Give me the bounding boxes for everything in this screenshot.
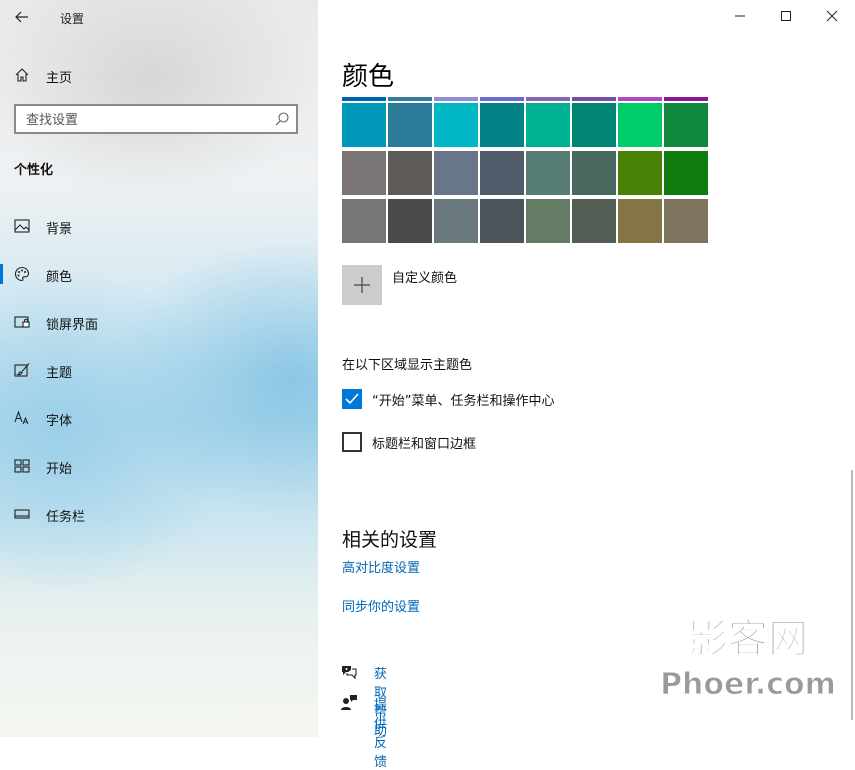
lock-screen-icon xyxy=(14,316,30,328)
page-title: 颜色 xyxy=(342,62,395,92)
search-box[interactable] xyxy=(14,104,298,134)
add-custom-color-button[interactable] xyxy=(342,265,382,305)
picture-icon xyxy=(14,219,30,233)
app-title: 设置 xyxy=(60,12,85,26)
color-swatch[interactable] xyxy=(388,103,432,147)
watermark-logo: 影客网 Phoer.com xyxy=(660,616,837,703)
sidebar-item-home[interactable]: 主页 xyxy=(0,60,318,90)
color-swatch-strip[interactable] xyxy=(388,97,432,101)
close-icon xyxy=(826,10,838,22)
color-swatch[interactable] xyxy=(388,199,432,243)
color-swatch[interactable] xyxy=(434,199,478,243)
back-button[interactable] xyxy=(8,4,36,30)
watermark-line2: Phoer.com xyxy=(660,667,836,702)
show-accent-heading: 在以下区域显示主题色 xyxy=(342,358,473,373)
color-swatch-strip[interactable] xyxy=(664,97,708,101)
maximize-button[interactable] xyxy=(763,0,809,32)
sidebar-item-label: 主题 xyxy=(46,366,73,381)
sidebar-item-label: 锁屏界面 xyxy=(46,318,99,333)
related-settings-heading: 相关的设置 xyxy=(342,529,438,551)
color-swatch[interactable] xyxy=(572,103,616,147)
help-chat-icon xyxy=(342,666,357,680)
search-icon[interactable] xyxy=(274,111,290,127)
checkbox-label: “开始”菜单、任务栏和操作中心 xyxy=(372,394,555,409)
color-swatch[interactable] xyxy=(618,103,662,147)
minimize-button[interactable] xyxy=(717,0,763,32)
color-swatch-strip[interactable] xyxy=(526,97,570,101)
color-swatch[interactable] xyxy=(526,103,570,147)
sidebar-item-background[interactable]: 背景 xyxy=(0,208,318,244)
color-swatch-strip[interactable] xyxy=(572,97,616,101)
high-contrast-link[interactable]: 高对比度设置 xyxy=(342,557,420,576)
sidebar-item-fonts[interactable]: 字体 xyxy=(0,400,318,436)
color-swatch[interactable] xyxy=(664,199,708,243)
home-label: 主页 xyxy=(46,71,73,86)
sidebar-item-label: 背景 xyxy=(46,222,73,237)
color-swatch-strip[interactable] xyxy=(480,97,524,101)
palette-icon xyxy=(14,266,30,282)
color-swatch[interactable] xyxy=(618,151,662,195)
sidebar-item-colors[interactable]: 颜色 xyxy=(0,256,318,292)
sidebar-item-taskbar[interactable]: 任务栏 xyxy=(0,496,318,532)
back-arrow-icon xyxy=(15,11,28,23)
color-swatch[interactable] xyxy=(480,151,524,195)
sync-settings-link[interactable]: 同步你的设置 xyxy=(342,596,420,615)
start-tiles-icon xyxy=(14,459,30,473)
checkbox-label: 标题栏和窗口边框 xyxy=(372,437,477,452)
theme-brush-icon xyxy=(14,363,30,377)
color-swatch-strip[interactable] xyxy=(434,97,478,101)
color-swatch[interactable] xyxy=(618,199,662,243)
taskbar-icon xyxy=(14,509,30,519)
custom-color-label: 自定义颜色 xyxy=(392,271,458,286)
color-swatch[interactable] xyxy=(342,199,386,243)
color-swatch[interactable] xyxy=(664,103,708,147)
sidebar-item-label: 任务栏 xyxy=(46,510,86,525)
color-swatch[interactable] xyxy=(526,151,570,195)
titlebar-checkbox[interactable] xyxy=(342,432,362,452)
color-swatch[interactable] xyxy=(434,151,478,195)
start-taskbar-checkbox[interactable] xyxy=(342,389,362,409)
color-swatch[interactable] xyxy=(572,151,616,195)
font-icon xyxy=(14,410,29,425)
color-swatch[interactable] xyxy=(526,199,570,243)
minimize-icon xyxy=(735,15,745,17)
plus-icon xyxy=(354,277,370,293)
sidebar-item-start[interactable]: 开始 xyxy=(0,448,318,484)
sidebar: 设置 主页 个性化 背景 颜色 锁屏界面 xyxy=(0,0,318,737)
color-swatch[interactable] xyxy=(572,199,616,243)
search-input[interactable] xyxy=(24,110,268,130)
feedback-link[interactable]: 提供反馈 xyxy=(374,694,387,770)
color-swatch[interactable] xyxy=(388,151,432,195)
color-swatch-grid xyxy=(342,97,708,243)
close-button[interactable] xyxy=(809,0,855,32)
color-swatch[interactable] xyxy=(664,151,708,195)
sidebar-item-label: 字体 xyxy=(46,414,73,429)
main-panel: 颜色 自定义颜色 在以下区域显示主题色 “开始”菜单、任务栏和操作中心 标题栏和… xyxy=(318,0,855,770)
section-label-personalization: 个性化 xyxy=(14,163,54,178)
checkmark-icon xyxy=(345,393,359,405)
home-icon xyxy=(15,68,29,82)
sidebar-item-label: 颜色 xyxy=(46,270,73,285)
color-swatch[interactable] xyxy=(342,151,386,195)
color-swatch[interactable] xyxy=(434,103,478,147)
feedback-person-icon xyxy=(341,695,357,710)
color-swatch[interactable] xyxy=(480,199,524,243)
maximize-icon xyxy=(781,11,791,21)
color-swatch[interactable] xyxy=(342,103,386,147)
window-controls xyxy=(717,0,855,32)
color-swatch[interactable] xyxy=(480,103,524,147)
watermark-line1: 影客网 xyxy=(688,616,808,662)
color-swatch-strip[interactable] xyxy=(618,97,662,101)
sidebar-item-themes[interactable]: 主题 xyxy=(0,352,318,388)
sidebar-item-lock-screen[interactable]: 锁屏界面 xyxy=(0,304,318,340)
color-swatch-strip[interactable] xyxy=(342,97,386,101)
sidebar-item-label: 开始 xyxy=(46,462,73,477)
